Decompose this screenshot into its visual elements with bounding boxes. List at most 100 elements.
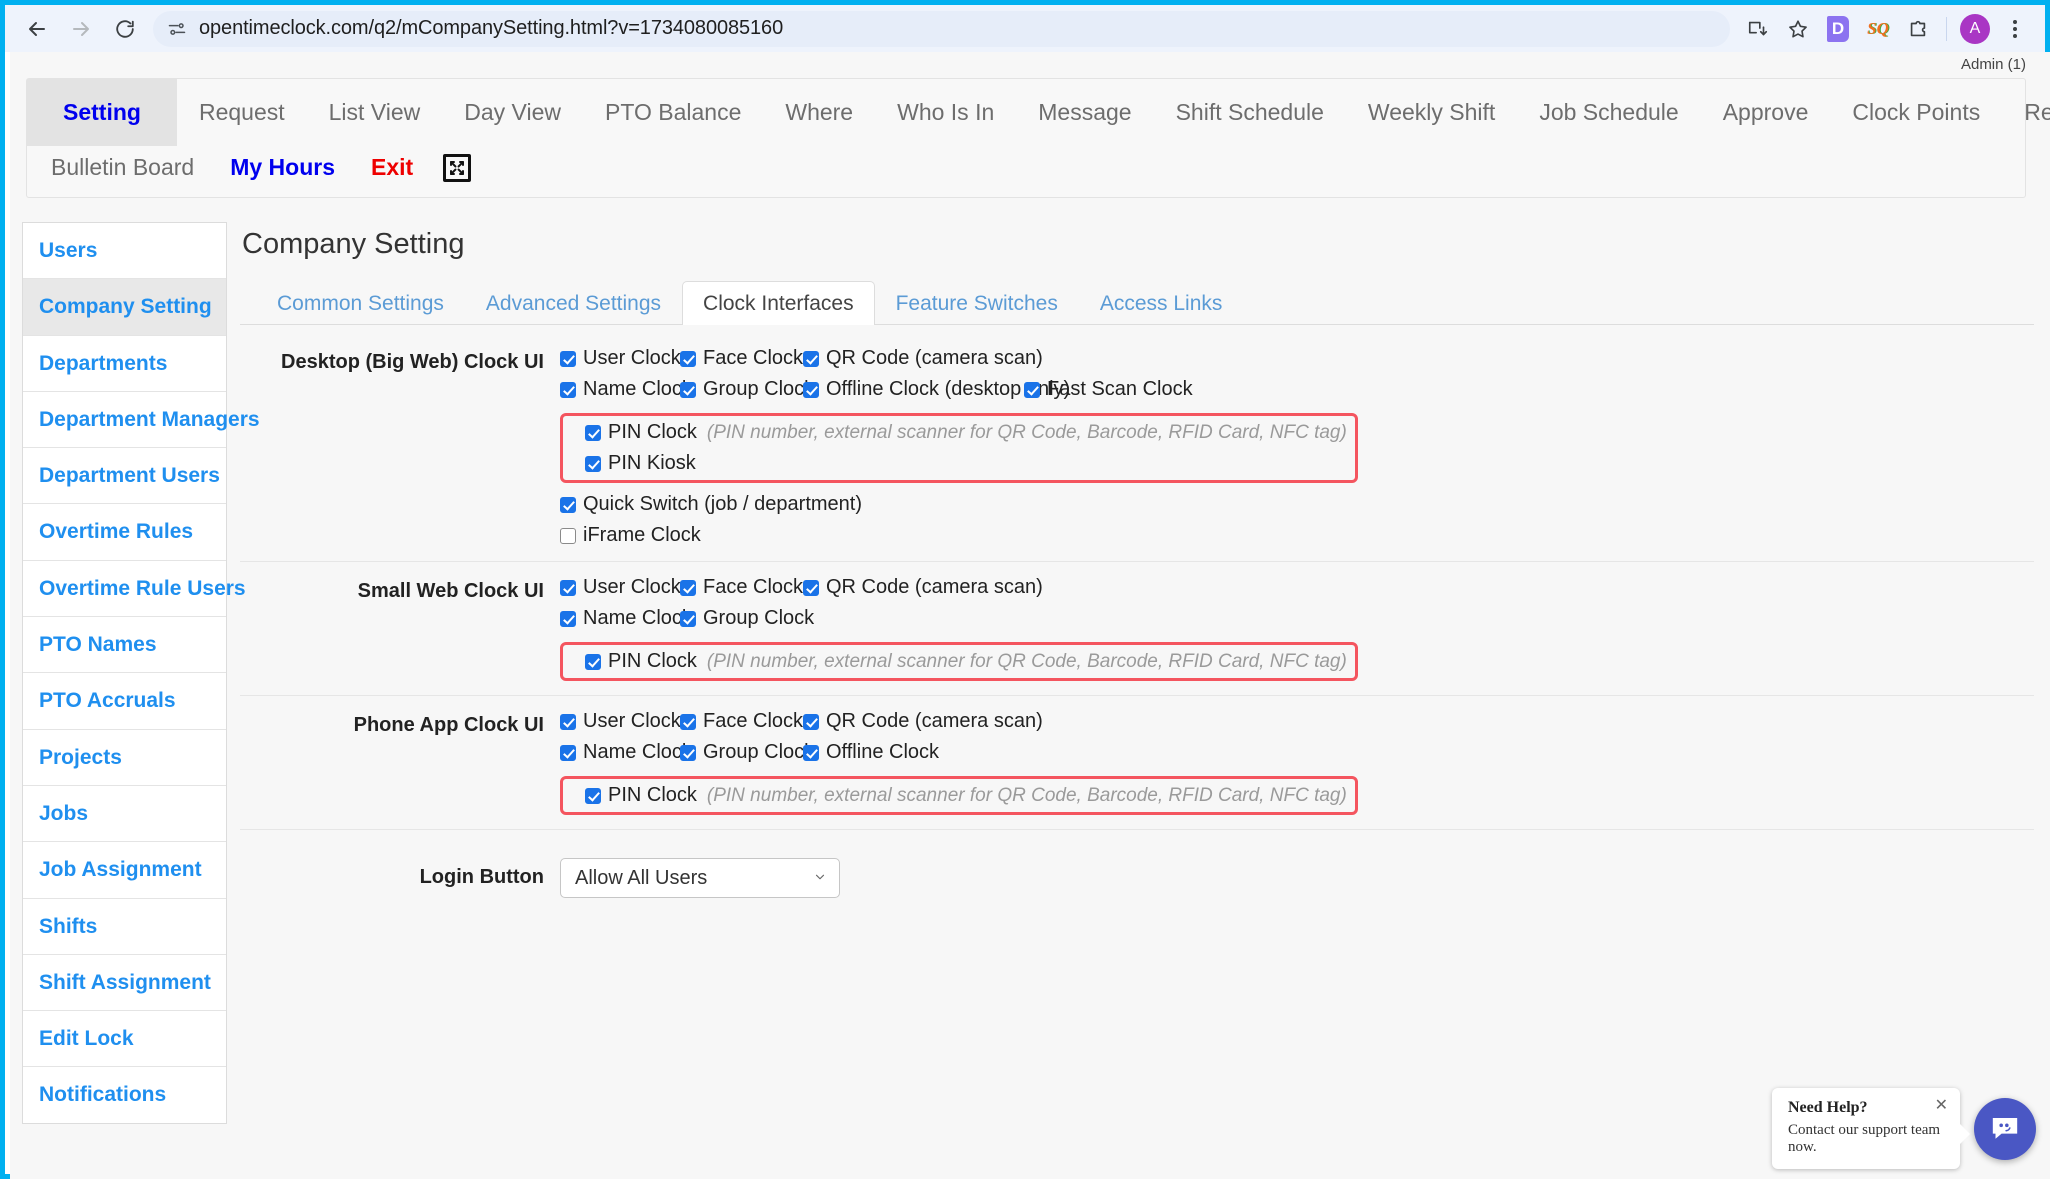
extension-d-icon[interactable]: D [1818,9,1858,49]
checkbox-indicator[interactable] [680,350,696,367]
sidebar-item-projects[interactable]: Projects [23,730,226,786]
checkbox-desktop-group-clock[interactable]: Group Clock [680,378,814,401]
checkbox-indicator[interactable] [585,424,601,441]
sidebar-item-overtime-rules[interactable]: Overtime Rules [23,504,226,561]
extension-sq-icon[interactable]: SQ [1858,9,1898,49]
checkbox-phoneapp-face-clock[interactable]: Face Clock [680,710,803,733]
close-icon[interactable]: ✕ [1935,1098,1948,1114]
nav-item-who-is-in[interactable]: Who Is In [875,79,1016,146]
login-button-select[interactable]: Allow All Users [560,858,840,898]
checkbox-indicator[interactable] [585,653,601,670]
address-bar[interactable]: opentimeclock.com/q2/mCompanySetting.htm… [153,10,1730,47]
checkbox-desktop-fast-scan-clock[interactable]: Fast Scan Clock [1024,378,1193,401]
checkbox-smallweb-user-clock[interactable]: User Clock [560,576,681,599]
checkbox-indicator[interactable] [1024,381,1040,398]
tab-advanced-settings[interactable]: Advanced Settings [465,281,682,325]
checkbox-phoneapp-pin-clock[interactable]: PIN Clock [585,784,697,807]
profile-avatar[interactable]: A [1955,9,1995,49]
nav-item-list-view[interactable]: List View [307,79,443,146]
checkbox-indicator[interactable] [803,579,819,596]
checkbox-desktop-qr-code[interactable]: QR Code (camera scan) [803,347,1043,370]
checkbox-indicator[interactable] [560,496,576,513]
sidebar-item-shift-assignment[interactable]: Shift Assignment [23,955,226,1012]
nav-item-message[interactable]: Message [1016,79,1153,146]
sidebar-item-pto-names[interactable]: PTO Names [23,617,226,674]
sidebar-item-jobs[interactable]: Jobs [23,786,226,843]
site-settings-icon[interactable] [167,19,187,39]
sidebar-item-users[interactable]: Users [23,223,226,280]
checkbox-phoneapp-qr-code[interactable]: QR Code (camera scan) [803,710,1043,733]
checkbox-smallweb-group-clock[interactable]: Group Clock [680,607,814,630]
checkbox-indicator[interactable] [680,713,696,730]
nav-item-approve[interactable]: Approve [1701,79,1831,146]
tab-feature-switches[interactable]: Feature Switches [875,281,1079,325]
checkbox-phoneapp-user-clock[interactable]: User Clock [560,710,681,733]
sidebar-item-edit-lock[interactable]: Edit Lock [23,1011,226,1068]
nav-item-job-schedule[interactable]: Job Schedule [1517,79,1700,146]
sidebar-item-pto-accruals[interactable]: PTO Accruals [23,673,226,730]
sidebar-item-departments[interactable]: Departments [23,336,226,392]
reload-button[interactable] [103,7,147,51]
nav-item-setting[interactable]: Setting [27,79,177,146]
nav-item-where[interactable]: Where [763,79,875,146]
checkbox-smallweb-face-clock[interactable]: Face Clock [680,576,803,599]
checkbox-indicator[interactable] [680,744,696,761]
checkbox-indicator[interactable] [560,610,576,627]
checkbox-indicator[interactable] [803,744,819,761]
browser-menu-icon[interactable] [1995,9,2035,49]
checkbox-desktop-user-clock[interactable]: User Clock [560,347,681,370]
chat-prompt-bubble[interactable]: Need Help? Contact our support team now.… [1772,1088,1970,1169]
sidebar-item-overtime-rule-users[interactable]: Overtime Rule Users [23,561,246,618]
checkbox-desktop-quick-switch[interactable]: Quick Switch (job / department) [560,493,862,516]
checkbox-desktop-name-clock[interactable]: Name Clock [560,378,692,401]
back-button[interactable] [15,7,59,51]
nav-item-reports[interactable]: Reports [2002,79,2050,146]
sidebar-item-notifications[interactable]: Notifications [23,1067,226,1122]
checkbox-desktop-iframe-clock[interactable]: iFrame Clock [560,524,701,547]
sidebar-item-department-managers[interactable]: Department Managers [23,392,260,449]
checkbox-indicator[interactable] [803,350,819,367]
tab-access-links[interactable]: Access Links [1079,281,1244,325]
checkbox-indicator[interactable] [680,381,696,398]
tab-common-settings[interactable]: Common Settings [256,281,465,325]
checkbox-desktop-pin-clock[interactable]: PIN Clock [585,421,697,444]
nav-item-weekly-shift[interactable]: Weekly Shift [1346,79,1517,146]
sidebar-item-job-assignment[interactable]: Job Assignment [23,842,226,899]
checkbox-indicator[interactable] [803,381,819,398]
checkbox-phoneapp-offline-clock[interactable]: Offline Clock [803,741,939,764]
chat-launcher-button[interactable] [1974,1097,2036,1160]
checkbox-smallweb-pin-clock[interactable]: PIN Clock [585,650,697,673]
bookmark-star-icon[interactable] [1778,9,1818,49]
nav-item-pto-balance[interactable]: PTO Balance [583,79,763,146]
checkbox-indicator[interactable] [803,713,819,730]
nav-item-exit[interactable]: Exit [353,146,431,189]
install-app-icon[interactable] [1738,9,1778,49]
checkbox-indicator[interactable] [680,610,696,627]
checkbox-indicator[interactable] [560,381,576,398]
sidebar-item-company-setting[interactable]: Company Setting [23,279,226,336]
checkbox-phoneapp-group-clock[interactable]: Group Clock [680,741,814,764]
checkbox-smallweb-qr-code[interactable]: QR Code (camera scan) [803,576,1043,599]
checkbox-indicator[interactable] [680,579,696,596]
extensions-puzzle-icon[interactable] [1898,9,1938,49]
nav-item-bulletin-board[interactable]: Bulletin Board [33,146,212,189]
nav-item-shift-schedule[interactable]: Shift Schedule [1154,79,1346,146]
nav-item-request[interactable]: Request [177,79,307,146]
checkbox-indicator[interactable] [560,713,576,730]
nav-item-my-hours[interactable]: My Hours [212,146,353,189]
forward-button[interactable] [59,7,103,51]
sidebar-item-department-users[interactable]: Department Users [23,448,226,505]
nav-item-day-view[interactable]: Day View [442,79,583,146]
checkbox-indicator[interactable] [585,455,601,472]
checkbox-desktop-pin-kiosk[interactable]: PIN Kiosk [585,452,696,475]
sidebar-item-shifts[interactable]: Shifts [23,899,226,955]
checkbox-indicator[interactable] [560,744,576,761]
checkbox-smallweb-name-clock[interactable]: Name Clock [560,607,692,630]
tab-clock-interfaces[interactable]: Clock Interfaces [682,281,875,325]
checkbox-phoneapp-name-clock[interactable]: Name Clock [560,741,692,764]
checkbox-indicator[interactable] [560,350,576,367]
nav-item-clock-points[interactable]: Clock Points [1830,79,2002,146]
checkbox-desktop-face-clock[interactable]: Face Clock [680,347,803,370]
checkbox-indicator[interactable] [560,579,576,596]
expand-fullscreen-icon[interactable] [443,153,472,182]
